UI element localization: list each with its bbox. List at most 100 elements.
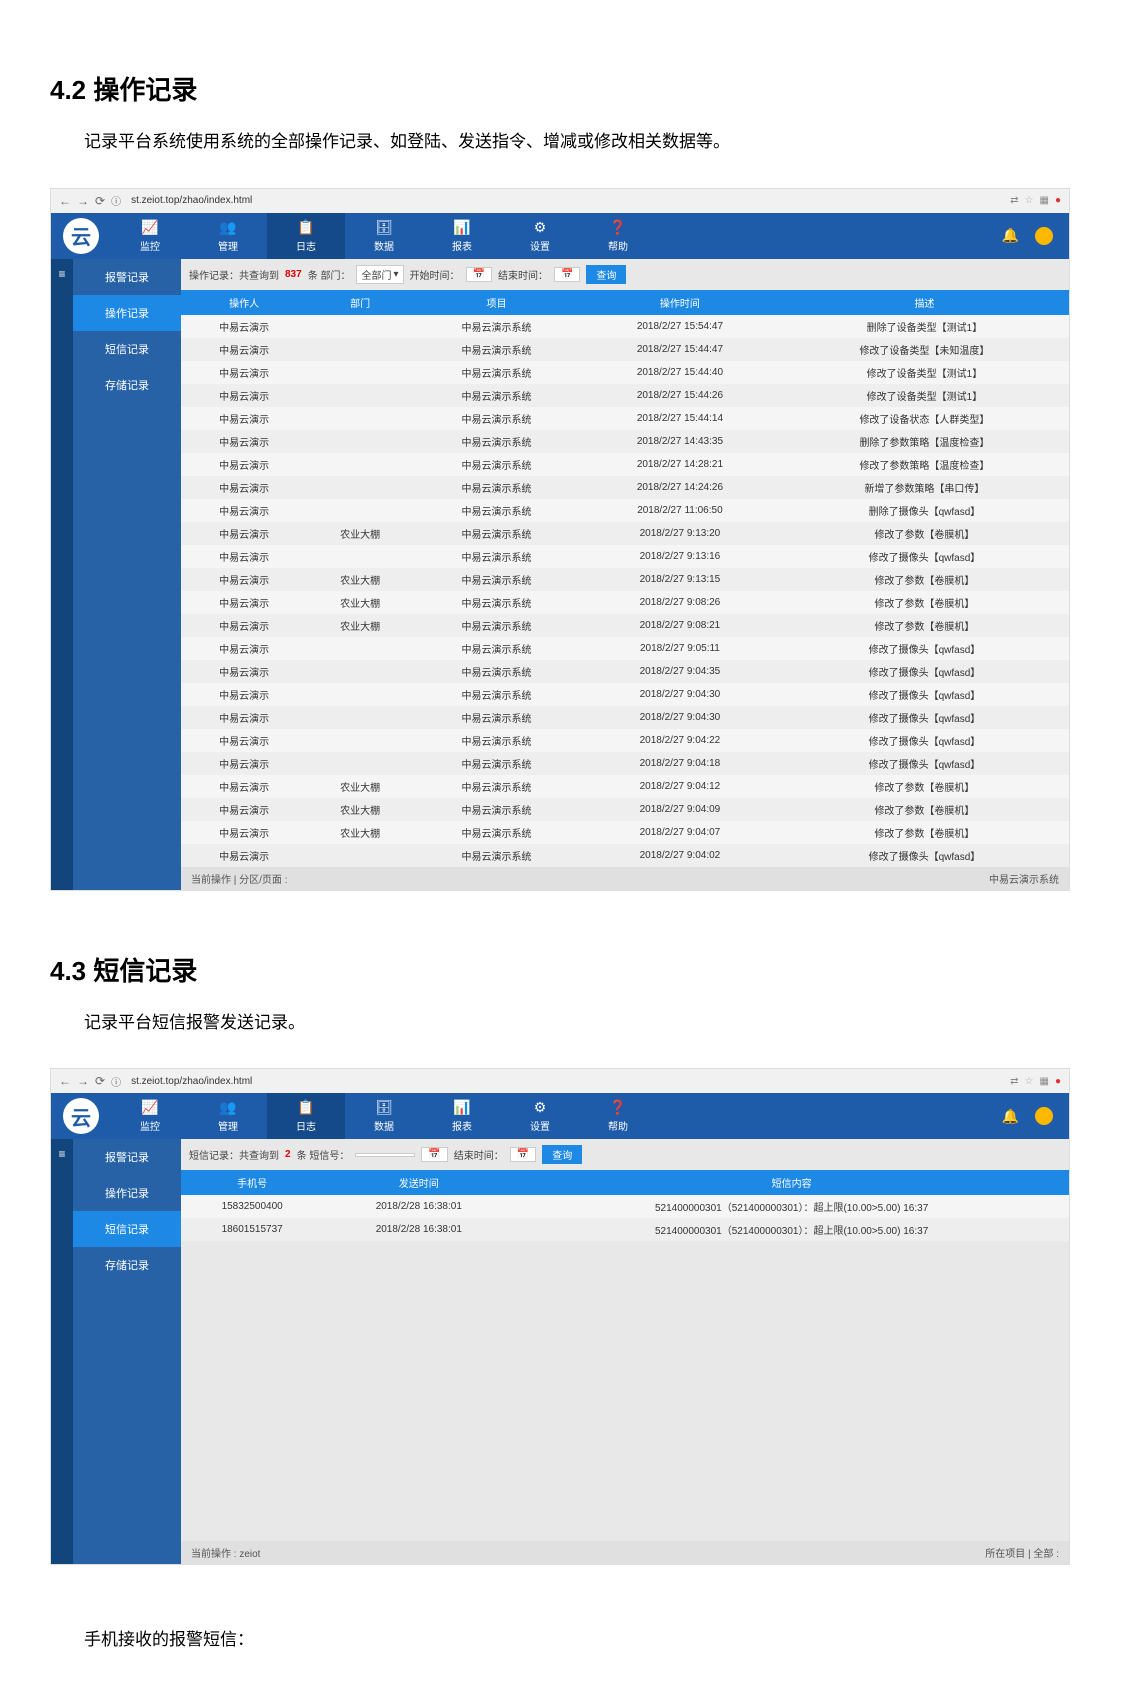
cell: 2018/2/27 14:28:21 (580, 453, 780, 476)
logo[interactable]: 云 (63, 218, 99, 254)
table-footer: 当前操作 | 分区/页面 : 中易云演示系统 (181, 867, 1069, 890)
cell: 中易云演示系统 (413, 844, 580, 867)
cell: 中易云演示系统 (413, 430, 580, 453)
sidebar: 报警记录操作记录短信记录存储记录 (73, 1139, 181, 1564)
nav-item-设置[interactable]: ⚙设置 (501, 1093, 579, 1139)
cell: 中易云演示 (181, 476, 307, 499)
ext-icon-3[interactable]: ● (1055, 1076, 1061, 1087)
dept-dropdown[interactable]: 全部门 ▾ (356, 265, 403, 284)
query-button[interactable]: 查询 (586, 265, 626, 284)
cell: 2018/2/27 15:44:47 (580, 338, 780, 361)
star-icon[interactable]: ☆ (1025, 195, 1034, 206)
nav-item-报表[interactable]: 📊报表 (423, 213, 501, 259)
user-avatar[interactable] (1035, 227, 1053, 245)
cell: 中易云演示系统 (413, 522, 580, 545)
fwd-icon[interactable]: → (77, 1074, 89, 1088)
fwd-icon[interactable]: → (77, 194, 89, 208)
ext-icon-1[interactable]: ⇄ (1010, 195, 1018, 206)
nav-item-帮助[interactable]: ❓帮助 (579, 213, 657, 259)
table-row: 中易云演示中易云演示系统2018/2/27 9:04:18修改了摄像头【qwfa… (181, 752, 1069, 775)
heading-4-2: 4.2 操作记录 (50, 70, 1081, 107)
table-row: 中易云演示中易云演示系统2018/2/27 15:44:14修改了设备状态【人群… (181, 407, 1069, 430)
cell: 2018/2/27 15:44:40 (580, 361, 780, 384)
footer-right: 中易云演示系统 (989, 871, 1059, 886)
cell: 中易云演示 (181, 591, 307, 614)
user-avatar[interactable] (1035, 1107, 1053, 1125)
back-icon[interactable]: ← (59, 194, 71, 208)
nav-item-报表[interactable]: 📊报表 (423, 1093, 501, 1139)
cell: 中易云演示 (181, 660, 307, 683)
table-row: 中易云演示中易云演示系统2018/2/27 9:04:30修改了摄像头【qwfa… (181, 706, 1069, 729)
日志-icon: 📋 (297, 1099, 314, 1116)
cell: 中易云演示系统 (413, 476, 580, 499)
cell: 修改了设备类型【测试1】 (780, 361, 1069, 384)
cell (307, 706, 413, 729)
ext-icon-2[interactable]: ▦ (1040, 1076, 1049, 1087)
cell: 中易云演示系统 (413, 775, 580, 798)
sidebar-item-存储记录[interactable]: 存储记录 (73, 367, 181, 403)
reload-icon[interactable]: ⟳ (95, 1074, 105, 1088)
nav-label: 管理 (218, 238, 238, 253)
nav-item-监控[interactable]: 📈监控 (111, 213, 189, 259)
footer-left: 当前操作 | 分区/页面 : (191, 871, 288, 886)
cell: 中易云演示 (181, 614, 307, 637)
hamburger-icon[interactable]: ≡ (51, 1139, 73, 1564)
nav-label: 监控 (140, 1118, 160, 1133)
cell: 修改了摄像头【qwfasd】 (780, 683, 1069, 706)
sidebar-item-操作记录[interactable]: 操作记录 (73, 295, 181, 331)
报表-icon: 📊 (453, 1099, 470, 1116)
cell: 修改了摄像头【qwfasd】 (780, 706, 1069, 729)
reload-icon[interactable]: ⟳ (95, 194, 105, 208)
sidebar-item-短信记录[interactable]: 短信记录 (73, 1211, 181, 1247)
cell: 中易云演示 (181, 453, 307, 476)
cell (307, 361, 413, 384)
col-header: 操作时间 (580, 290, 780, 315)
nav-label: 日志 (296, 238, 316, 253)
filter-count: 837 (285, 269, 302, 280)
cell: 中易云演示 (181, 752, 307, 775)
calendar-icon-start[interactable]: 📅 (466, 267, 492, 282)
ext-icon-1[interactable]: ⇄ (1010, 1076, 1018, 1087)
nav-item-设置[interactable]: ⚙设置 (501, 213, 579, 259)
phone-input[interactable] (355, 1153, 415, 1157)
bell-icon[interactable]: 🔔 (1002, 227, 1019, 244)
cell: 中易云演示系统 (413, 545, 580, 568)
cell: 2018/2/27 9:13:15 (580, 568, 780, 591)
hamburger-icon[interactable]: ≡ (51, 259, 73, 890)
table-row: 中易云演示中易云演示系统2018/2/27 11:06:50删除了摄像头【qwf… (181, 499, 1069, 522)
cell: 2018/2/27 9:04:07 (580, 821, 780, 844)
cell: 2018/2/27 14:24:26 (580, 476, 780, 499)
nav-item-管理[interactable]: 👥管理 (189, 213, 267, 259)
browser-bar: ← → ⟳ ⓘ st.zeiot.top/zhao/index.html ⇄ ☆… (51, 189, 1069, 213)
bell-icon[interactable]: 🔔 (1002, 1108, 1019, 1125)
calendar-icon-end[interactable]: 📅 (510, 1147, 536, 1162)
logo[interactable]: 云 (63, 1098, 99, 1134)
ext-icon-2[interactable]: ▦ (1040, 195, 1049, 206)
sidebar-item-报警记录[interactable]: 报警记录 (73, 1139, 181, 1175)
cell: 删除了参数策略【温度检查】 (780, 430, 1069, 453)
calendar-icon[interactable]: 📅 (421, 1147, 447, 1162)
sidebar-item-短信记录[interactable]: 短信记录 (73, 331, 181, 367)
nav-item-监控[interactable]: 📈监控 (111, 1093, 189, 1139)
nav-item-日志[interactable]: 📋日志 (267, 213, 345, 259)
cell: 修改了摄像头【qwfasd】 (780, 729, 1069, 752)
nav-item-帮助[interactable]: ❓帮助 (579, 1093, 657, 1139)
back-icon[interactable]: ← (59, 1074, 71, 1088)
ext-icon-3[interactable]: ● (1055, 195, 1061, 206)
sidebar-item-操作记录[interactable]: 操作记录 (73, 1175, 181, 1211)
nav-item-管理[interactable]: 👥管理 (189, 1093, 267, 1139)
cell: 中易云演示 (181, 798, 307, 821)
cell: 中易云演示系统 (413, 660, 580, 683)
sidebar-item-报警记录[interactable]: 报警记录 (73, 259, 181, 295)
star-icon[interactable]: ☆ (1025, 1076, 1034, 1087)
cell: 521400000301（521400000301）：超上限(10.00>5.0… (514, 1218, 1069, 1241)
nav-item-数据[interactable]: 🗄数据 (345, 213, 423, 259)
cell: 2018/2/28 16:38:01 (323, 1218, 514, 1241)
query-button[interactable]: 查询 (542, 1145, 582, 1164)
calendar-icon-end[interactable]: 📅 (554, 267, 580, 282)
nav-item-日志[interactable]: 📋日志 (267, 1093, 345, 1139)
数据-icon: 🗄 (375, 1099, 393, 1116)
管理-icon: 👥 (219, 1099, 236, 1116)
nav-item-数据[interactable]: 🗄数据 (345, 1093, 423, 1139)
sidebar-item-存储记录[interactable]: 存储记录 (73, 1247, 181, 1283)
